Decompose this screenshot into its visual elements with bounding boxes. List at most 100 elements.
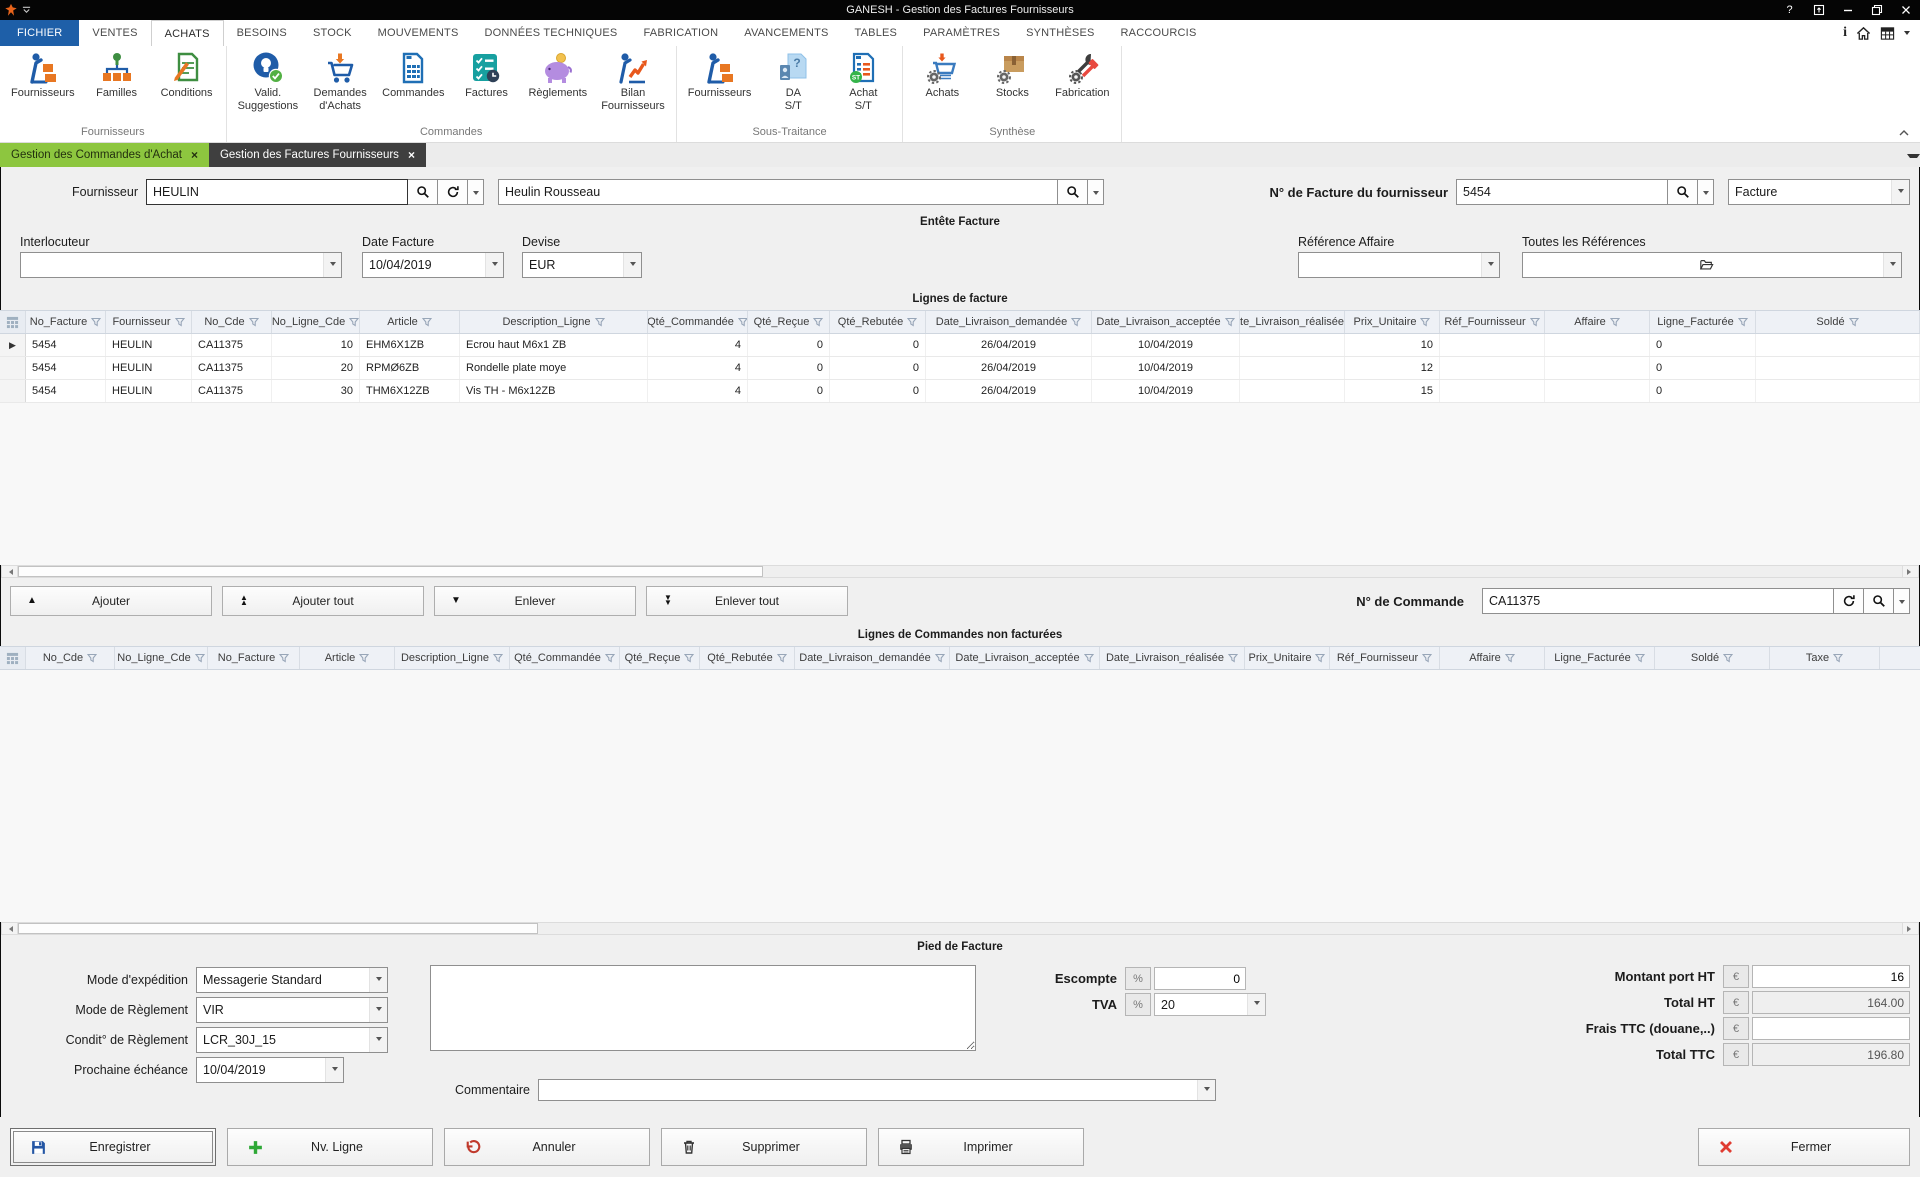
notes-textarea[interactable]: [430, 965, 976, 1051]
filter-funnel-icon[interactable]: [195, 653, 205, 663]
scrollbar-thumb[interactable]: [18, 923, 538, 934]
row-selector[interactable]: [0, 380, 26, 402]
menu-item-fichier[interactable]: FICHIER: [0, 20, 79, 46]
ribbon-button-conditions[interactable]: Conditions: [152, 48, 222, 100]
column-header-description-ligne[interactable]: Description_Ligne: [460, 311, 648, 333]
current-row-arrow-icon[interactable]: ▶: [0, 334, 26, 356]
column-header-date-livraison-accept-e[interactable]: Date_Livraison_acceptée: [950, 647, 1100, 669]
column-header-no-ligne-cde[interactable]: No_Ligne_Cde: [272, 311, 360, 333]
ribbon-button-commandes[interactable]: Commandes: [375, 48, 451, 100]
home-icon[interactable]: [1856, 26, 1871, 41]
invoice-number-input[interactable]: [1456, 179, 1668, 205]
tab-close-icon[interactable]: ×: [408, 149, 415, 161]
column-header-description-ligne[interactable]: Description_Ligne: [395, 647, 510, 669]
interlocuteur-select[interactable]: [20, 252, 342, 278]
devise-select[interactable]: EUR: [522, 252, 642, 278]
column-header-ligne-factur-e[interactable]: Ligne_Facturée: [1650, 311, 1756, 333]
date-facture-select[interactable]: 10/04/2019: [362, 252, 504, 278]
quick-access-caret-icon[interactable]: [22, 6, 31, 14]
ribbon-button-bilan-fournisseurs[interactable]: Bilan Fournisseurs: [594, 48, 672, 113]
commande-input[interactable]: [1482, 588, 1834, 614]
filter-funnel-icon[interactable]: [595, 317, 605, 327]
filter-funnel-icon[interactable]: [1505, 653, 1515, 663]
filter-funnel-icon[interactable]: [1228, 653, 1238, 663]
filter-funnel-icon[interactable]: [1849, 317, 1859, 327]
condition-reglement-select[interactable]: LCR_30J_15: [196, 1027, 388, 1053]
filter-funnel-icon[interactable]: [684, 653, 694, 663]
grid-corner-icon[interactable]: [0, 311, 26, 333]
restore-button[interactable]: [1862, 0, 1891, 20]
invoice-search-icon[interactable]: [1668, 179, 1698, 205]
column-header-no-cde[interactable]: No_Cde: [192, 311, 272, 333]
column-header-r-f-fournisseur[interactable]: Réf_Fournisseur: [1440, 311, 1545, 333]
filter-funnel-icon[interactable]: [738, 317, 748, 327]
column-header-date-livraison-r-alis-e[interactable]: Date_Livraison_réalisée: [1100, 647, 1245, 669]
ribbon-button-demandes-d-achats[interactable]: Demandes d'Achats: [305, 48, 375, 113]
tab-overflow-caret-icon[interactable]: [1907, 154, 1920, 161]
fournisseur-name-caret-icon[interactable]: [1088, 179, 1104, 205]
column-header-date-livraison-accept-e[interactable]: Date_Livraison_acceptée: [1092, 311, 1240, 333]
filter-funnel-icon[interactable]: [1833, 653, 1843, 663]
new-line-button[interactable]: Nv. Ligne: [227, 1128, 433, 1166]
fournisseur-name-search-icon[interactable]: [1058, 179, 1088, 205]
scrollbar-track[interactable]: [763, 566, 1902, 577]
ribbon-button-fournisseurs[interactable]: Fournisseurs: [4, 48, 82, 100]
help-button[interactable]: ?: [1775, 0, 1804, 20]
menu-item-donn-es-techniques[interactable]: DONNÉES TECHNIQUES: [472, 20, 631, 46]
filter-funnel-icon[interactable]: [91, 317, 101, 327]
menu-item-avancements[interactable]: AVANCEMENTS: [731, 20, 841, 46]
toutes-references-input[interactable]: [1522, 252, 1902, 278]
column-header-qt-rebut-e[interactable]: Qté_Rebutée: [830, 311, 926, 333]
filter-funnel-icon[interactable]: [1084, 653, 1094, 663]
column-header-taxe[interactable]: Taxe: [1770, 647, 1880, 669]
expedition-select[interactable]: Messagerie Standard: [196, 967, 388, 993]
ribbon-button-r-glements[interactable]: Règlements: [521, 48, 594, 100]
ribbon-button-fabrication[interactable]: Fabrication: [1047, 48, 1117, 100]
column-header-qt-command-e[interactable]: Qté_Commandée: [648, 311, 748, 333]
ribbon-button-factures[interactable]: Factures: [451, 48, 521, 100]
montant-port-input[interactable]: [1752, 965, 1910, 988]
column-header-no-cde[interactable]: No_Cde: [26, 647, 115, 669]
scroll-left-icon[interactable]: [2, 923, 18, 934]
invoice-caret-icon[interactable]: [1698, 179, 1714, 205]
ajouter-tout-button[interactable]: ▲▲ Ajouter tout: [222, 586, 424, 616]
menu-item-ventes[interactable]: VENTES: [79, 20, 150, 46]
filter-funnel-icon[interactable]: [175, 317, 185, 327]
menu-item-raccourcis[interactable]: RACCOURCIS: [1108, 20, 1210, 46]
escompte-input[interactable]: [1154, 967, 1246, 990]
column-header-fournisseur[interactable]: Fournisseur: [106, 311, 192, 333]
column-header-prix-unitaire[interactable]: Prix_Unitaire: [1345, 311, 1440, 333]
filter-funnel-icon[interactable]: [1723, 653, 1733, 663]
column-header-date-livraison-demand-e[interactable]: Date_Livraison_demandée: [795, 647, 950, 669]
echeance-select[interactable]: 10/04/2019: [196, 1057, 344, 1083]
grid-facture-hscrollbar[interactable]: [1, 565, 1919, 578]
filter-funnel-icon[interactable]: [279, 653, 289, 663]
filter-funnel-icon[interactable]: [349, 317, 359, 327]
menu-item-achats[interactable]: ACHATS: [151, 20, 224, 46]
column-header-qt-re-ue[interactable]: Qté_Reçue: [620, 647, 700, 669]
cancel-button[interactable]: Annuler: [444, 1128, 650, 1166]
tab-gestion-des-commandes-d-achat[interactable]: Gestion des Commandes d'Achat×: [0, 143, 209, 167]
column-header-affaire[interactable]: Affaire: [1440, 647, 1545, 669]
filter-funnel-icon[interactable]: [1071, 317, 1081, 327]
menu-item-besoins[interactable]: BESOINS: [224, 20, 300, 46]
minimize-button[interactable]: [1833, 0, 1862, 20]
close-window-button[interactable]: [1891, 0, 1920, 20]
ribbon-button-valid-suggestions[interactable]: Valid. Suggestions: [231, 48, 306, 113]
info-icon[interactable]: i: [1843, 25, 1847, 41]
document-type-caret-icon[interactable]: [1891, 180, 1909, 204]
row-selector[interactable]: [0, 357, 26, 379]
scrollbar-thumb[interactable]: [18, 566, 763, 577]
enlever-button[interactable]: ▼ Enlever: [434, 586, 636, 616]
fournisseur-search-icon[interactable]: [408, 179, 438, 205]
filter-funnel-icon[interactable]: [1530, 317, 1540, 327]
grid-corner-icon[interactable]: [0, 647, 26, 669]
pin-window-button[interactable]: [1804, 0, 1833, 20]
toutes-references-caret-icon[interactable]: [1883, 253, 1901, 277]
column-header-r-f-fournisseur[interactable]: Réf_Fournisseur: [1330, 647, 1440, 669]
filter-funnel-icon[interactable]: [87, 653, 97, 663]
reglement-select[interactable]: VIR: [196, 997, 388, 1023]
ribbon-button-fournisseurs[interactable]: Fournisseurs: [681, 48, 759, 100]
filter-funnel-icon[interactable]: [249, 317, 259, 327]
column-header-no-ligne-cde[interactable]: No_Ligne_Cde: [115, 647, 208, 669]
